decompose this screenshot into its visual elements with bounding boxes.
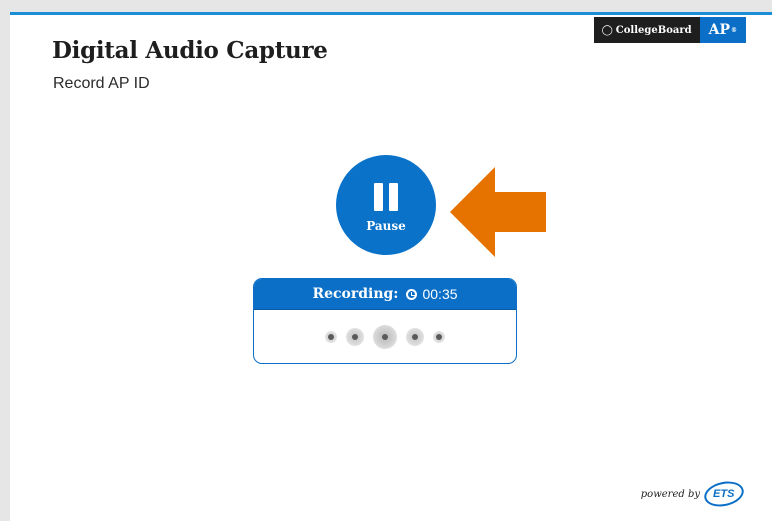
collegeboard-logo: ◯ CollegeBoard [593,17,700,43]
pause-label: Pause [366,219,406,233]
pause-icon [374,183,398,211]
ets-label: ETS [713,488,735,500]
recording-panel: Recording: 00:35 [253,278,517,364]
page-subtitle: Record AP ID [53,75,150,92]
ap-label: AP [708,22,730,38]
acorn-icon: ◯ [601,24,613,36]
powered-by-ets: powered by ETS [640,478,747,510]
ets-logo: ETS [701,478,747,510]
recording-label: Recording: [312,286,399,302]
level-dot [325,331,337,343]
recording-header: Recording: 00:35 [254,279,516,310]
app-window: Digital Audio Capture Record AP ID ◯ Col… [10,12,772,521]
orange-arrow-icon [450,167,546,257]
collegeboard-ap-logo: ◯ CollegeBoard AP ® [593,17,746,43]
recording-time: 00:35 [422,286,458,302]
pause-button[interactable]: Pause [336,155,436,255]
page-title: Digital Audio Capture [52,37,328,64]
level-dot [433,331,445,343]
audio-level-indicator [254,310,516,363]
clock-icon [406,288,418,300]
ap-logo: AP ® [699,17,746,43]
level-dot [346,328,364,346]
collegeboard-label: CollegeBoard [615,24,692,36]
powered-by-label: powered by [640,488,700,500]
level-dot [406,328,424,346]
level-dot [373,325,397,349]
